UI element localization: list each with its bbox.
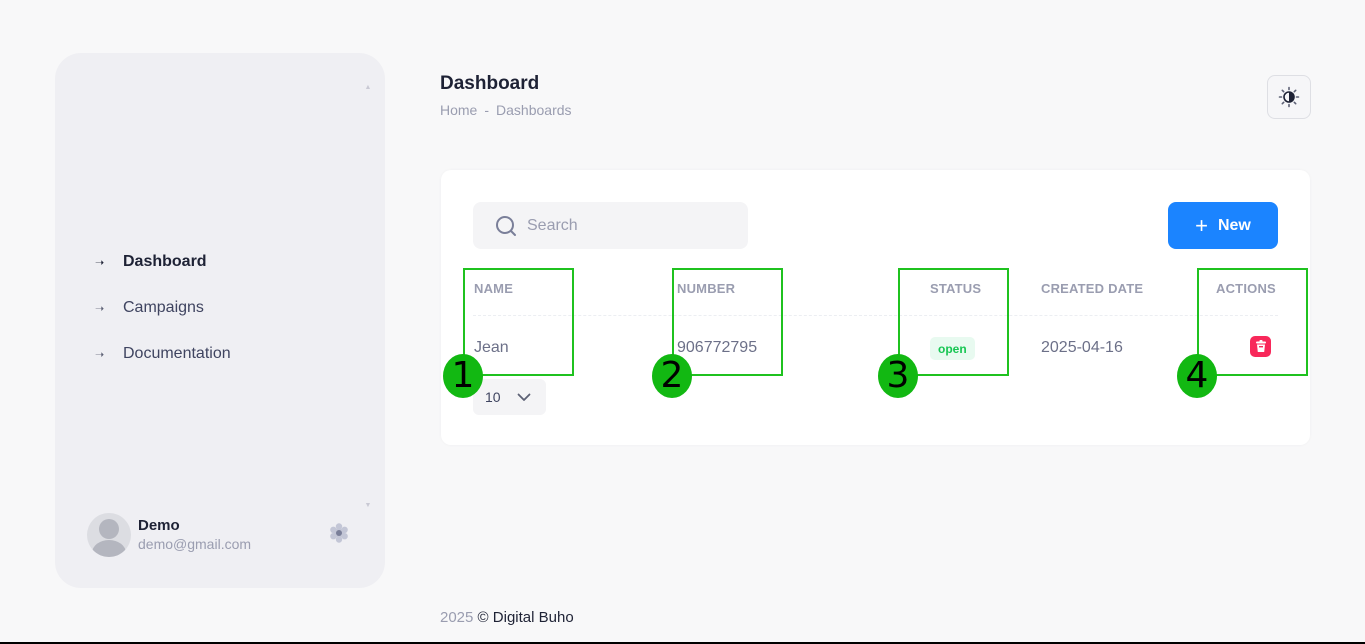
breadcrumb-separator: - [484, 102, 490, 118]
table-divider [473, 315, 1278, 316]
footer-brand-link[interactable]: Digital Buho [493, 609, 574, 626]
sidebar-nav: ➝ Dashboard ➝ Campaigns ➝ Documentation [95, 239, 231, 377]
theme-toggle-button[interactable] [1267, 75, 1311, 119]
page-size-select[interactable]: 10 [473, 379, 546, 415]
arrow-right-icon: ➝ [95, 348, 105, 361]
search-box[interactable] [473, 202, 748, 249]
sidebar-item-documentation[interactable]: ➝ Documentation [95, 331, 231, 377]
user-name: Demo [138, 517, 180, 534]
user-info: Demo demo@gmail.com [138, 517, 251, 553]
highlight-box-name-column [463, 268, 574, 376]
scroll-down-icon[interactable]: ▼ [364, 502, 372, 509]
sidebar-item-label: Documentation [123, 345, 231, 362]
breadcrumb-current: Dashboards [496, 102, 572, 118]
scroll-up-icon[interactable]: ▲ [364, 84, 372, 91]
cell-created-date: 2025-04-16 [1041, 339, 1123, 356]
sidebar-item-dashboard[interactable]: ➝ Dashboard [95, 239, 231, 285]
avatar [87, 513, 131, 557]
column-header-created-date[interactable]: CREATED DATE [1041, 281, 1143, 296]
app-root: ▲ ➝ Dashboard ➝ Campaigns ➝ Documentatio… [0, 0, 1365, 644]
new-button[interactable]: + New [1168, 202, 1278, 249]
sidebar: ▲ ➝ Dashboard ➝ Campaigns ➝ Documentatio… [55, 53, 385, 588]
plus-icon: + [1195, 212, 1208, 238]
footer-year: 2025 [440, 609, 474, 626]
arrow-right-icon: ➝ [95, 256, 105, 269]
search-icon [496, 215, 516, 236]
annotation-marker-4: 4 [1177, 354, 1217, 398]
sidebar-item-campaigns[interactable]: ➝ Campaigns [95, 285, 231, 331]
sidebar-item-label: Dashboard [123, 253, 207, 270]
sun-moon-icon [1278, 86, 1300, 108]
user-profile[interactable]: Demo demo@gmail.com [87, 513, 251, 557]
user-email: demo@gmail.com [138, 536, 252, 552]
new-button-label: New [1217, 216, 1251, 234]
arrow-right-icon: ➝ [95, 302, 105, 315]
footer: 2025 © Digital Buho [440, 609, 574, 626]
sidebar-item-label: Campaigns [123, 299, 204, 316]
annotation-marker-2: 2 [652, 354, 692, 398]
highlight-box-number-column [672, 268, 783, 376]
search-input[interactable] [527, 216, 727, 235]
chevron-down-icon [517, 393, 530, 401]
annotation-marker-3: 3 [878, 354, 918, 398]
page-size-value: 10 [485, 389, 501, 405]
breadcrumb: Home - Dashboards [440, 102, 572, 118]
page-title: Dashboard [440, 73, 540, 94]
highlight-box-actions-column [1197, 268, 1308, 376]
breadcrumb-home[interactable]: Home [440, 102, 477, 118]
footer-copyright-symbol: © [477, 609, 489, 626]
annotation-marker-1: 1 [443, 354, 483, 398]
settings-gear-icon[interactable] [328, 522, 350, 544]
highlight-box-status-column [898, 268, 1009, 376]
